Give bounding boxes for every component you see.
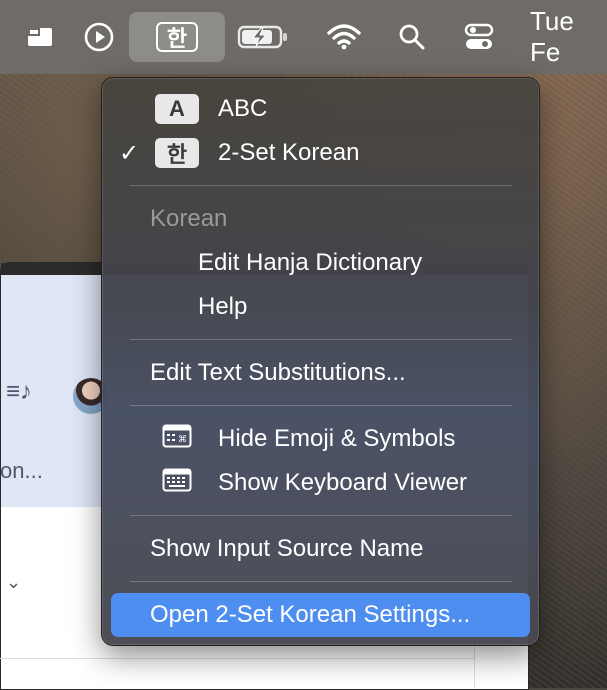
menu-item-label: Open 2-Set Korean Settings...	[150, 601, 471, 628]
menu-item-abc[interactable]: A ABC	[102, 87, 539, 131]
menu-item-show-keyboard-viewer[interactable]: Show Keyboard Viewer	[102, 461, 539, 505]
input-source-menu-button[interactable]: 한	[129, 12, 225, 62]
section-header-label: Korean	[150, 205, 228, 232]
menu-section-header-korean: Korean	[102, 197, 539, 241]
menu-item-label: Help	[198, 293, 248, 320]
input-source-dropdown-menu: A ABC ✓ 한 2-Set Korean Korean Edit Hanja…	[101, 77, 540, 646]
svg-text:⌘: ⌘	[178, 435, 187, 445]
battery-charging-icon[interactable]	[236, 0, 290, 74]
chevron-down-icon[interactable]: ⌄	[6, 572, 21, 593]
keyboard-icon	[162, 468, 192, 499]
menu-item-help[interactable]: Help	[102, 285, 539, 329]
menu-item-2-set-korean[interactable]: ✓ 한 2-Set Korean	[102, 131, 539, 175]
korean-keyboard-icon: 한	[155, 138, 199, 168]
menu-item-label: Hide Emoji & Symbols	[218, 425, 456, 452]
menu-divider	[130, 515, 512, 516]
menu-divider	[130, 185, 512, 186]
menu-divider	[130, 581, 512, 582]
menu-item-label: Edit Text Substitutions...	[150, 359, 406, 386]
abc-keyboard-icon: A	[155, 94, 199, 124]
menu-item-label: ABC	[218, 95, 268, 122]
menu-item-edit-text-substitutions[interactable]: Edit Text Substitutions...	[102, 351, 539, 395]
menu-item-label: Show Keyboard Viewer	[218, 469, 468, 496]
menu-item-label: Show Input Source Name	[150, 535, 424, 562]
screen-mirroring-icon[interactable]	[24, 0, 56, 74]
truncated-label: on...	[0, 458, 43, 483]
menu-divider	[130, 405, 512, 406]
search-icon[interactable]	[396, 0, 428, 74]
menu-item-edit-hanja-dictionary[interactable]: Edit Hanja Dictionary	[102, 241, 539, 285]
menu-divider	[130, 339, 512, 340]
menu-item-open-2-set-korean-settings[interactable]: Open 2-Set Korean Settings...	[111, 593, 530, 637]
wifi-icon[interactable]	[325, 0, 363, 74]
menu-bar-clock[interactable]: Tue Fe	[530, 0, 607, 74]
menu-item-show-input-source-name[interactable]: Show Input Source Name	[102, 527, 539, 571]
menu-item-label: Edit Hanja Dictionary	[198, 249, 423, 276]
menu-item-label: 2-Set Korean	[218, 139, 360, 166]
checkmark-icon: ✓	[119, 139, 140, 167]
control-center-icon[interactable]	[462, 0, 496, 74]
playlist-icon[interactable]: ≡♪	[6, 378, 32, 406]
menu-bar: 한 Tue Fe	[0, 0, 607, 74]
menu-item-hide-emoji-symbols[interactable]: ⌘ Hide Emoji & Symbols	[102, 417, 539, 461]
play-circle-icon[interactable]	[82, 0, 116, 74]
divider	[0, 658, 475, 659]
emoji-keyboard-icon: ⌘	[162, 424, 192, 455]
input-source-icon: 한	[156, 22, 198, 52]
